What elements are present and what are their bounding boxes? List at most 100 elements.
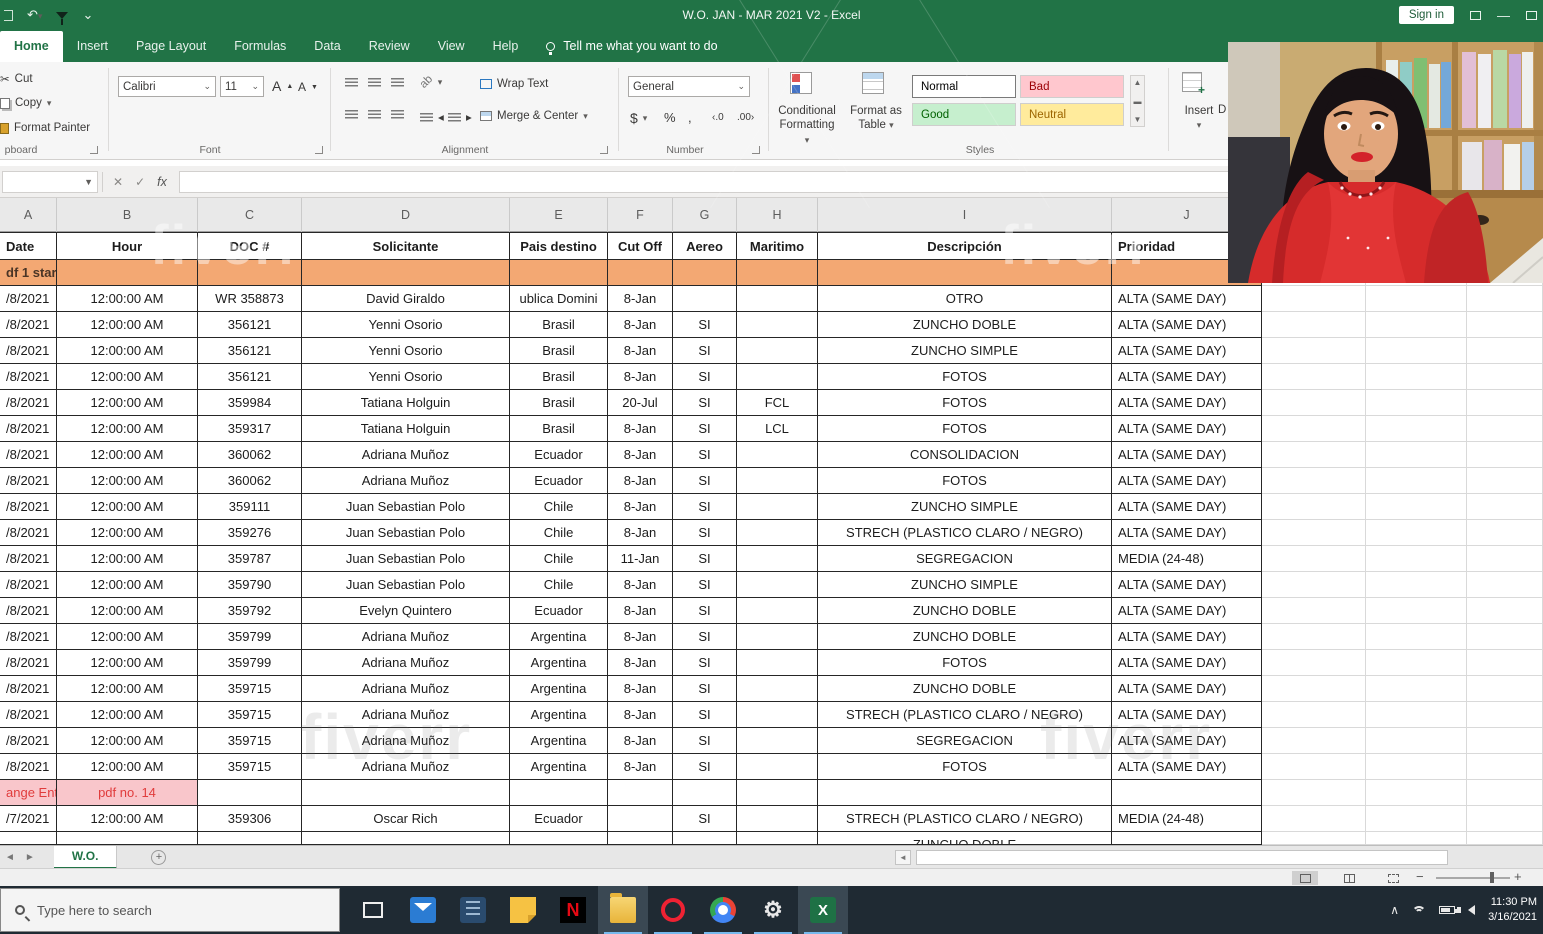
cell-B21[interactable]: pdf no. 14 (57, 780, 198, 806)
cell-D12[interactable]: Juan Sebastian Polo (302, 546, 510, 572)
cell-D7[interactable]: Tatiana Holguin (302, 416, 510, 442)
cell-J2[interactable]: ALTA (SAME DAY) (1112, 286, 1262, 312)
cell-L11[interactable] (1366, 520, 1467, 546)
cell-G8[interactable]: SI (673, 442, 737, 468)
cell-D19[interactable]: Adriana Muñoz (302, 728, 510, 754)
restore-icon[interactable] (1526, 11, 1537, 20)
cell-F15[interactable]: 8-Jan (608, 624, 673, 650)
cell-E5[interactable]: Brasil (510, 364, 608, 390)
cell-C6[interactable]: 359984 (198, 390, 302, 416)
cell-C19[interactable]: 359715 (198, 728, 302, 754)
cell-I5[interactable]: FOTOS (818, 364, 1112, 390)
cell-B2[interactable]: 12:00:00 AM (57, 286, 198, 312)
cell-I15[interactable]: ZUNCHO DOBLE (818, 624, 1112, 650)
cell-E14[interactable]: Ecuador (510, 598, 608, 624)
cell-E20[interactable]: Argentina (510, 754, 608, 780)
cell-A23[interactable] (0, 832, 57, 845)
cell-C11[interactable]: 359276 (198, 520, 302, 546)
cell-G19[interactable]: SI (673, 728, 737, 754)
decrease-decimal-icon[interactable]: .00› (737, 112, 754, 123)
cell-L16[interactable] (1366, 650, 1467, 676)
cell-K3[interactable] (1262, 312, 1366, 338)
merge-center-button[interactable]: Merge & Center ▾ (480, 110, 588, 122)
cell-M18[interactable] (1467, 702, 1543, 728)
align-left-icon[interactable] (345, 110, 358, 119)
cell-C22[interactable]: 359306 (198, 806, 302, 832)
column-header-H[interactable]: H (737, 198, 818, 232)
cell-M21[interactable] (1467, 780, 1543, 806)
align-right-icon[interactable] (391, 110, 404, 119)
cell-I3[interactable]: ZUNCHO DOBLE (818, 312, 1112, 338)
cell-G1[interactable] (673, 260, 737, 286)
cell-J10[interactable]: ALTA (SAME DAY) (1112, 494, 1262, 520)
cell-F4[interactable]: 8-Jan (608, 338, 673, 364)
cell-D3[interactable]: Yenni Osorio (302, 312, 510, 338)
cell-F9[interactable]: 8-Jan (608, 468, 673, 494)
tab-help[interactable]: Help (479, 31, 533, 62)
cell-E11[interactable]: Chile (510, 520, 608, 546)
cell-B12[interactable]: 12:00:00 AM (57, 546, 198, 572)
cell-H8[interactable] (737, 442, 818, 468)
cell-M14[interactable] (1467, 598, 1543, 624)
cell-D18[interactable]: Adriana Muñoz (302, 702, 510, 728)
taskbar-icon-mail[interactable] (398, 886, 448, 934)
cell-D6[interactable]: Tatiana Holguin (302, 390, 510, 416)
cell-F3[interactable]: 8-Jan (608, 312, 673, 338)
sign-in-button[interactable]: Sign in (1399, 6, 1454, 24)
increase-decimal-icon[interactable]: ‹.0 (712, 112, 724, 123)
cell-M23[interactable] (1467, 832, 1543, 845)
cell-C15[interactable]: 359799 (198, 624, 302, 650)
cell-K16[interactable] (1262, 650, 1366, 676)
cell-A7[interactable]: /8/2021 (0, 416, 57, 442)
cell-A22[interactable]: /7/2021 (0, 806, 57, 832)
taskbar-icon-chrome[interactable] (698, 886, 748, 934)
cell-J12[interactable]: MEDIA (24-48) (1112, 546, 1262, 572)
cell-E2[interactable]: ublica Domini (510, 286, 608, 312)
cell-M12[interactable] (1467, 546, 1543, 572)
font-name-combo[interactable]: Calibri⌄ (118, 76, 216, 97)
cell-C8[interactable]: 360062 (198, 442, 302, 468)
cell-H16[interactable] (737, 650, 818, 676)
cut-button[interactable]: ✂Cut (0, 72, 33, 86)
cell-I7[interactable]: FOTOS (818, 416, 1112, 442)
cell-H9[interactable] (737, 468, 818, 494)
cell-K12[interactable] (1262, 546, 1366, 572)
cell-D1[interactable] (302, 260, 510, 286)
cell-J18[interactable]: ALTA (SAME DAY) (1112, 702, 1262, 728)
cell-J11[interactable]: ALTA (SAME DAY) (1112, 520, 1262, 546)
cell-K22[interactable] (1262, 806, 1366, 832)
cancel-icon[interactable]: ✕ (107, 175, 129, 189)
style-normal[interactable]: Normal (912, 75, 1016, 98)
cell-L12[interactable] (1366, 546, 1467, 572)
cell-E23[interactable] (510, 832, 608, 845)
cell-D14[interactable]: Evelyn Quintero (302, 598, 510, 624)
gallery-more-icon[interactable]: ▬ (1134, 97, 1142, 106)
cell-M11[interactable] (1467, 520, 1543, 546)
format-painter-button[interactable]: Format Painter (0, 122, 90, 134)
cell-H15[interactable] (737, 624, 818, 650)
cell-D20[interactable]: Adriana Muñoz (302, 754, 510, 780)
cell-A10[interactable]: /8/2021 (0, 494, 57, 520)
cell-I2[interactable]: OTRO (818, 286, 1112, 312)
cell-E9[interactable]: Ecuador (510, 468, 608, 494)
cell-B7[interactable]: 12:00:00 AM (57, 416, 198, 442)
cell-B14[interactable]: 12:00:00 AM (57, 598, 198, 624)
cell-A3[interactable]: /8/2021 (0, 312, 57, 338)
cell-G22[interactable]: SI (673, 806, 737, 832)
cell-D17[interactable]: Adriana Muñoz (302, 676, 510, 702)
cell-I10[interactable]: ZUNCHO SIMPLE (818, 494, 1112, 520)
cell-M2[interactable] (1467, 286, 1543, 312)
cell-F17[interactable]: 8-Jan (608, 676, 673, 702)
cell-G23[interactable] (673, 832, 737, 845)
cell-C13[interactable]: 359790 (198, 572, 302, 598)
cell-A2[interactable]: /8/2021 (0, 286, 57, 312)
clock[interactable]: 11:30 PM 3/16/2021 (1488, 895, 1537, 925)
cell-C7[interactable]: 359317 (198, 416, 302, 442)
cell-H5[interactable] (737, 364, 818, 390)
cell-J8[interactable]: ALTA (SAME DAY) (1112, 442, 1262, 468)
horizontal-scrollbar[interactable] (916, 850, 1448, 865)
wrap-text-button[interactable]: Wrap Text (480, 78, 548, 90)
cell-C16[interactable]: 359799 (198, 650, 302, 676)
cell-M16[interactable] (1467, 650, 1543, 676)
name-box[interactable]: ▼ (2, 171, 98, 193)
